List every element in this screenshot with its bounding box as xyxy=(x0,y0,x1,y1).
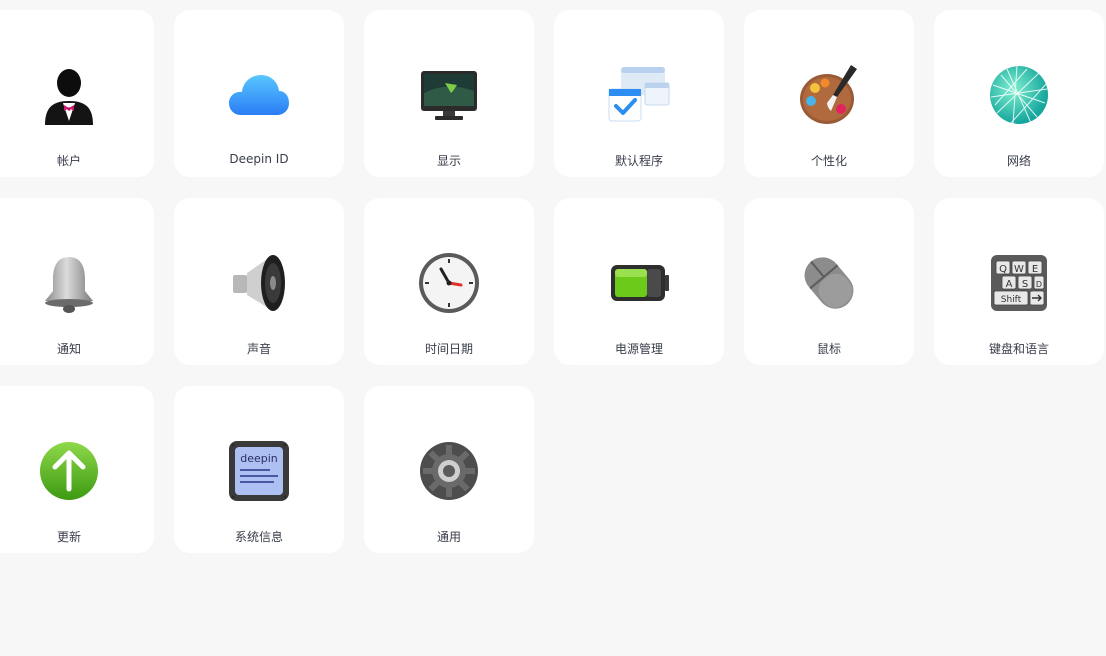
key-label: W xyxy=(1014,264,1024,275)
tile-label: 系统信息 xyxy=(234,530,283,544)
tile-label: 键盘和语言 xyxy=(988,342,1049,356)
gear-icon xyxy=(417,439,481,503)
tile-general[interactable]: 通用 xyxy=(364,386,534,553)
palette-icon xyxy=(797,63,861,127)
tile-mouse[interactable]: 鼠标 xyxy=(744,198,914,365)
tile-label: 电源管理 xyxy=(614,342,663,356)
account-icon xyxy=(37,63,101,127)
tile-label: 个性化 xyxy=(810,154,847,168)
tile-label: 帐户 xyxy=(56,154,81,168)
tile-label: 显示 xyxy=(436,154,461,168)
tile-notification[interactable]: 通知 xyxy=(0,198,154,365)
tile-account[interactable]: 帐户 xyxy=(0,10,154,177)
battery-icon xyxy=(607,251,671,315)
key-label: D xyxy=(1036,280,1042,289)
system-info-brand: deepin xyxy=(240,452,278,465)
clock-icon xyxy=(417,251,481,315)
bell-icon xyxy=(37,251,101,315)
cloud-icon xyxy=(227,63,291,127)
default-apps-icon xyxy=(607,63,671,127)
key-label: S xyxy=(1022,279,1028,290)
tile-label: 鼠标 xyxy=(816,342,841,356)
tile-display[interactable]: 显示 xyxy=(364,10,534,177)
tile-label: 声音 xyxy=(246,342,271,356)
tile-deepin-id[interactable]: Deepin ID xyxy=(174,10,344,177)
tile-label: 更新 xyxy=(56,530,81,544)
key-label: Q xyxy=(999,264,1007,275)
mouse-icon xyxy=(797,251,861,315)
key-label: A xyxy=(1006,279,1013,290)
keyboard-icon: Q W E A S D Shift xyxy=(987,251,1051,315)
tile-label: 通知 xyxy=(56,342,81,356)
tile-label: 通用 xyxy=(436,530,461,544)
tile-label: Deepin ID xyxy=(229,152,289,166)
key-label: E xyxy=(1032,264,1038,275)
network-globe-icon xyxy=(987,63,1051,127)
tile-label: 默认程序 xyxy=(614,154,663,168)
tile-label: 时间日期 xyxy=(424,342,473,356)
display-icon xyxy=(417,63,481,127)
tile-sound[interactable]: 声音 xyxy=(174,198,344,365)
tile-system-info[interactable]: deepin 系统信息 xyxy=(174,386,344,553)
tile-update[interactable]: 更新 xyxy=(0,386,154,553)
system-info-icon: deepin xyxy=(227,439,291,503)
speaker-icon xyxy=(227,251,291,315)
tile-keyboard-language[interactable]: Q W E A S D Shift 键盘和语言 xyxy=(934,198,1104,365)
tile-power[interactable]: 电源管理 xyxy=(554,198,724,365)
tile-datetime[interactable]: 时间日期 xyxy=(364,198,534,365)
key-label: Shift xyxy=(1001,295,1022,305)
tile-network[interactable]: 网络 xyxy=(934,10,1104,177)
tile-default-apps[interactable]: 默认程序 xyxy=(554,10,724,177)
update-arrow-icon xyxy=(37,439,101,503)
tile-label: 网络 xyxy=(1006,154,1031,168)
tile-personalization[interactable]: 个性化 xyxy=(744,10,914,177)
